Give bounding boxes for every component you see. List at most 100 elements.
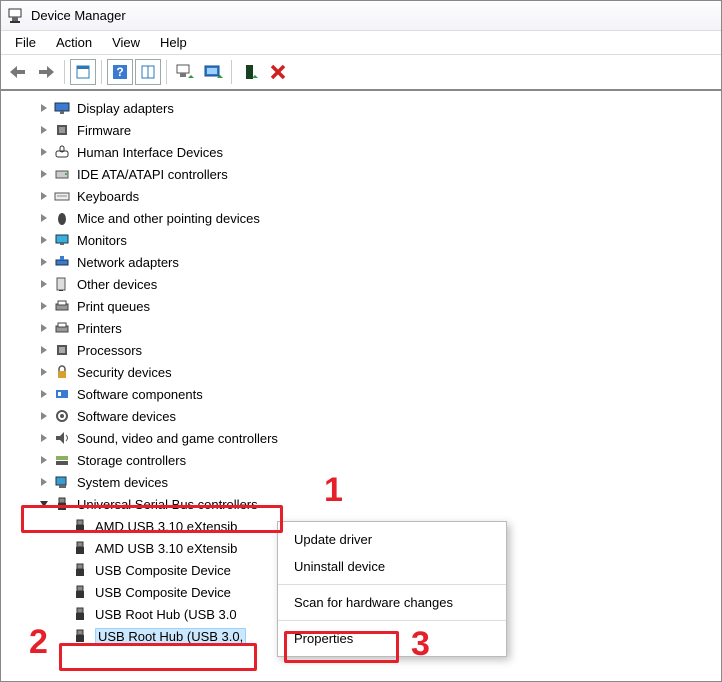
tree-item-label: Monitors <box>77 233 127 248</box>
tree-item-display-adapters[interactable]: Display adapters <box>13 97 721 119</box>
usb-icon <box>71 517 89 535</box>
chevron-right-icon <box>37 211 51 225</box>
chevron-right-icon <box>37 321 51 335</box>
menu-action[interactable]: Action <box>46 33 102 52</box>
back-button[interactable] <box>5 59 31 85</box>
annotation-box-2 <box>59 643 257 671</box>
tree-item-storage[interactable]: Storage controllers <box>13 449 721 471</box>
component-icon <box>53 385 71 403</box>
mouse-icon <box>53 209 71 227</box>
usb-icon <box>71 539 89 557</box>
tree-item-label: AMD USB 3.10 eXtensib <box>95 519 237 534</box>
menu-bar: File Action View Help <box>1 31 721 55</box>
monitor-icon <box>53 231 71 249</box>
lock-icon <box>53 363 71 381</box>
tree-item-monitors[interactable]: Monitors <box>13 229 721 251</box>
tree-item-printers[interactable]: Printers <box>13 317 721 339</box>
chevron-down-icon <box>37 497 51 511</box>
toolbar-sep <box>231 60 232 84</box>
tree-item-other[interactable]: Other devices <box>13 273 721 295</box>
ctx-uninstall-device[interactable]: Uninstall device <box>278 553 506 580</box>
ctx-properties[interactable]: Properties <box>278 625 506 652</box>
tree-item-label: IDE ATA/ATAPI controllers <box>77 167 228 182</box>
chevron-right-icon <box>37 475 51 489</box>
delete-button[interactable] <box>265 59 291 85</box>
usb-icon <box>71 561 89 579</box>
tree-item-label: Security devices <box>77 365 172 380</box>
title-bar: Device Manager <box>1 1 721 31</box>
ctx-update-driver[interactable]: Update driver <box>278 526 506 553</box>
tree-item-sound[interactable]: Sound, video and game controllers <box>13 427 721 449</box>
tree-item-print-queues[interactable]: Print queues <box>13 295 721 317</box>
tree-item-security[interactable]: Security devices <box>13 361 721 383</box>
tree-item-label: AMD USB 3.10 eXtensib <box>95 541 237 556</box>
tree-item-label: Storage controllers <box>77 453 186 468</box>
gear-icon <box>53 407 71 425</box>
keyboard-icon <box>53 187 71 205</box>
tree-item-mice[interactable]: Mice and other pointing devices <box>13 207 721 229</box>
chevron-right-icon <box>37 101 51 115</box>
chip-icon <box>53 121 71 139</box>
ctx-separator <box>278 620 506 621</box>
properties-button[interactable] <box>70 59 96 85</box>
tree-item-label: Processors <box>77 343 142 358</box>
usb-icon <box>71 605 89 623</box>
update-driver-button[interactable] <box>200 59 226 85</box>
tree-item-label: Mice and other pointing devices <box>77 211 260 226</box>
hid-icon <box>53 143 71 161</box>
tree-item-label: Network adapters <box>77 255 179 270</box>
tree-item-ide[interactable]: IDE ATA/ATAPI controllers <box>13 163 721 185</box>
tree-item-label: System devices <box>77 475 168 490</box>
device-icon <box>53 275 71 293</box>
panel-button[interactable] <box>135 59 161 85</box>
chevron-right-icon <box>37 167 51 181</box>
menu-file[interactable]: File <box>5 33 46 52</box>
tree-item-label: USB Root Hub (USB 3.0 <box>95 607 237 622</box>
tree-item-keyboards[interactable]: Keyboards <box>13 185 721 207</box>
tree-item-processors[interactable]: Processors <box>13 339 721 361</box>
chevron-right-icon <box>37 277 51 291</box>
help-button[interactable]: ? <box>107 59 133 85</box>
tree-item-label: USB Composite Device <box>95 585 231 600</box>
printer-icon <box>53 297 71 315</box>
tree-item-label: USB Root Hub (USB 3.0, <box>95 628 246 645</box>
printer-icon <box>53 319 71 337</box>
tree-item-firmware[interactable]: Firmware <box>13 119 721 141</box>
chevron-right-icon <box>37 431 51 445</box>
tree-item-sw-devices[interactable]: Software devices <box>13 405 721 427</box>
toolbar: ? <box>1 55 721 91</box>
tree-item-label: Software devices <box>77 409 176 424</box>
tree-item-label: Keyboards <box>77 189 139 204</box>
chevron-right-icon <box>37 233 51 247</box>
network-icon <box>53 253 71 271</box>
pc-icon <box>53 473 71 491</box>
tree-item-label: Firmware <box>77 123 131 138</box>
speaker-icon <box>53 429 71 447</box>
menu-view[interactable]: View <box>102 33 150 52</box>
tree-item-label: Human Interface Devices <box>77 145 223 160</box>
toolbar-sep <box>64 60 65 84</box>
chevron-right-icon <box>37 123 51 137</box>
chevron-right-icon <box>37 387 51 401</box>
menu-help[interactable]: Help <box>150 33 197 52</box>
tree-item-sw-components[interactable]: Software components <box>13 383 721 405</box>
tree-item-network[interactable]: Network adapters <box>13 251 721 273</box>
forward-button[interactable] <box>33 59 59 85</box>
app-icon <box>7 8 23 24</box>
display-icon <box>53 99 71 117</box>
tree-item-system[interactable]: System devices <box>13 471 721 493</box>
scan-button[interactable] <box>172 59 198 85</box>
chevron-right-icon <box>37 343 51 357</box>
chevron-right-icon <box>37 189 51 203</box>
tree-item-usb-controllers[interactable]: Universal Serial Bus controllers <box>13 493 721 515</box>
cpu-icon <box>53 341 71 359</box>
enable-button[interactable] <box>237 59 263 85</box>
svg-text:?: ? <box>116 65 123 79</box>
chevron-right-icon <box>37 453 51 467</box>
chevron-right-icon <box>37 299 51 313</box>
tree-item-label: Software components <box>77 387 203 402</box>
ctx-separator <box>278 584 506 585</box>
ctx-scan-hardware[interactable]: Scan for hardware changes <box>278 589 506 616</box>
tree-item-hid[interactable]: Human Interface Devices <box>13 141 721 163</box>
chevron-right-icon <box>37 255 51 269</box>
